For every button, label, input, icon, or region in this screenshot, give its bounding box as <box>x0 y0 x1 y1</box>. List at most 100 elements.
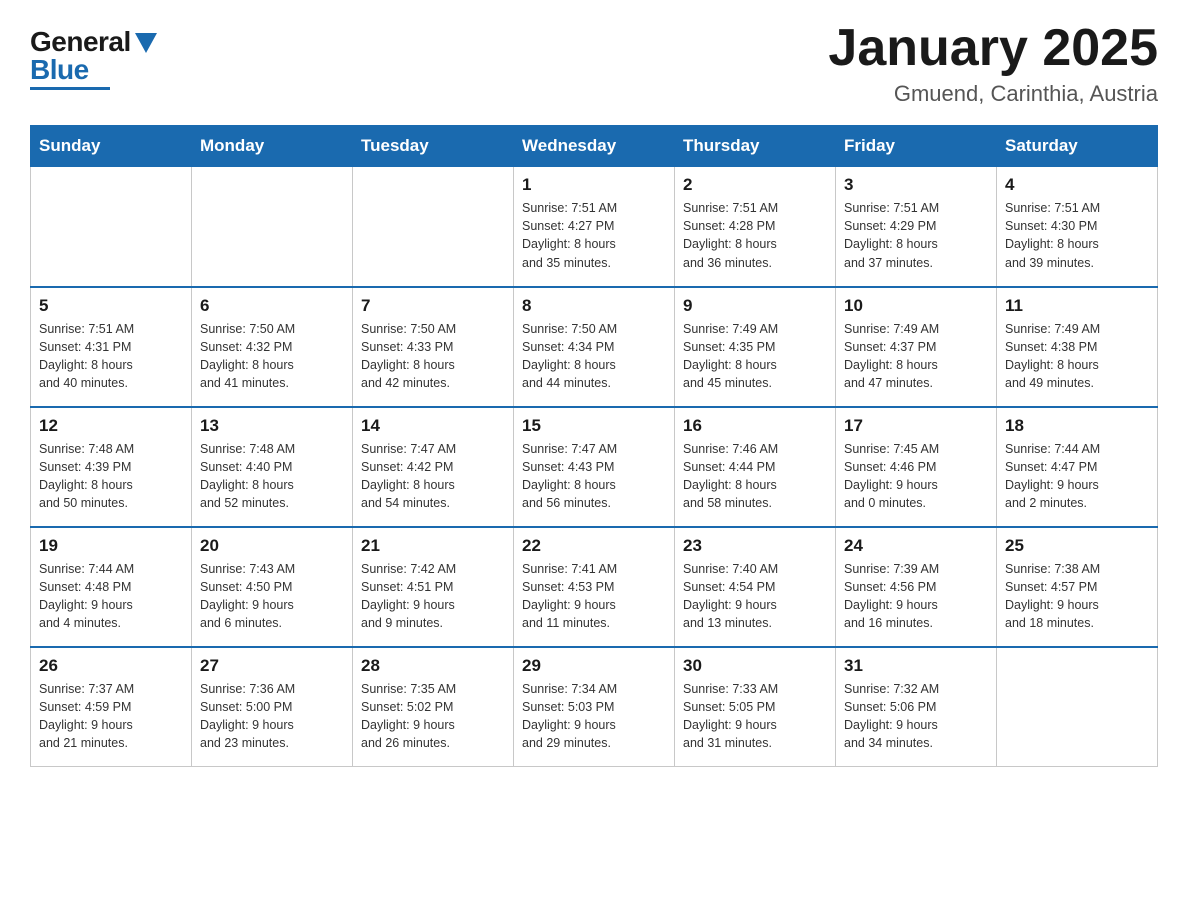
day-number: 17 <box>844 416 988 436</box>
day-info: Sunrise: 7:51 AM Sunset: 4:29 PM Dayligh… <box>844 199 988 272</box>
day-header-thursday: Thursday <box>675 126 836 167</box>
day-number: 27 <box>200 656 344 676</box>
day-cell-27: 27 Sunrise: 7:36 AM Sunset: 5:00 PM Dayli… <box>192 647 353 767</box>
day-info: Sunrise: 7:45 AM Sunset: 4:46 PM Dayligh… <box>844 440 988 513</box>
day-info: Sunrise: 7:51 AM Sunset: 4:27 PM Dayligh… <box>522 199 666 272</box>
day-info: Sunrise: 7:36 AM Sunset: 5:00 PM Dayligh… <box>200 680 344 753</box>
day-number: 21 <box>361 536 505 556</box>
day-info: Sunrise: 7:49 AM Sunset: 4:37 PM Dayligh… <box>844 320 988 393</box>
day-cell-3: 3Sunrise: 7:51 AM Sunset: 4:29 PM Daylig… <box>836 167 997 287</box>
day-number: 22 <box>522 536 666 556</box>
day-info: Sunrise: 7:33 AM Sunset: 5:05 PM Dayligh… <box>683 680 827 753</box>
logo-triangle-icon <box>135 33 157 53</box>
day-header-wednesday: Wednesday <box>514 126 675 167</box>
empty-cell <box>997 647 1158 767</box>
day-number: 6 <box>200 296 344 316</box>
day-cell-26: 26 Sunrise: 7:37 AM Sunset: 4:59 PM Dayli… <box>31 647 192 767</box>
day-info: Sunrise: 7:39 AM Sunset: 4:56 PM Dayligh… <box>844 560 988 633</box>
day-info: Sunrise: 7:42 AM Sunset: 4:51 PM Dayligh… <box>361 560 505 633</box>
calendar-week-5: 26 Sunrise: 7:37 AM Sunset: 4:59 PM Dayli… <box>31 647 1158 767</box>
day-cell-9: 9 Sunrise: 7:49 AM Sunset: 4:35 PM Daylig… <box>675 287 836 407</box>
day-info: Sunrise: 7:46 AM Sunset: 4:44 PM Dayligh… <box>683 440 827 513</box>
day-info: Sunrise: 7:32 AM Sunset: 5:06 PM Dayligh… <box>844 680 988 753</box>
day-number: 20 <box>200 536 344 556</box>
day-cell-12: 12 Sunrise: 7:48 AM Sunset: 4:39 PM Dayli… <box>31 407 192 527</box>
day-cell-23: 23 Sunrise: 7:40 AM Sunset: 4:54 PM Dayli… <box>675 527 836 647</box>
day-number: 4 <box>1005 175 1149 195</box>
day-cell-8: 8 Sunrise: 7:50 AM Sunset: 4:34 PM Daylig… <box>514 287 675 407</box>
logo-underline <box>30 87 110 90</box>
day-number: 15 <box>522 416 666 436</box>
day-cell-6: 6 Sunrise: 7:50 AM Sunset: 4:32 PM Daylig… <box>192 287 353 407</box>
logo: General Blue <box>30 28 157 90</box>
title-block: January 2025 Gmuend, Carinthia, Austria <box>828 20 1158 107</box>
day-cell-16: 16 Sunrise: 7:46 AM Sunset: 4:44 PM Dayli… <box>675 407 836 527</box>
day-header-tuesday: Tuesday <box>353 126 514 167</box>
calendar-subtitle: Gmuend, Carinthia, Austria <box>828 81 1158 107</box>
day-header-friday: Friday <box>836 126 997 167</box>
day-cell-4: 4 Sunrise: 7:51 AM Sunset: 4:30 PM Daylig… <box>997 167 1158 287</box>
day-number: 1 <box>522 175 666 195</box>
day-cell-28: 28Sunrise: 7:35 AM Sunset: 5:02 PM Dayli… <box>353 647 514 767</box>
day-cell-15: 15Sunrise: 7:47 AM Sunset: 4:43 PM Dayli… <box>514 407 675 527</box>
day-cell-30: 30 Sunrise: 7:33 AM Sunset: 5:05 PM Dayli… <box>675 647 836 767</box>
day-header-sunday: Sunday <box>31 126 192 167</box>
day-number: 16 <box>683 416 827 436</box>
day-number: 8 <box>522 296 666 316</box>
day-info: Sunrise: 7:44 AM Sunset: 4:48 PM Dayligh… <box>39 560 183 633</box>
day-cell-29: 29Sunrise: 7:34 AM Sunset: 5:03 PM Dayli… <box>514 647 675 767</box>
day-number: 19 <box>39 536 183 556</box>
day-cell-19: 19 Sunrise: 7:44 AM Sunset: 4:48 PM Dayli… <box>31 527 192 647</box>
day-info: Sunrise: 7:41 AM Sunset: 4:53 PM Dayligh… <box>522 560 666 633</box>
day-cell-20: 20Sunrise: 7:43 AM Sunset: 4:50 PM Dayli… <box>192 527 353 647</box>
empty-cell <box>31 167 192 287</box>
day-number: 18 <box>1005 416 1149 436</box>
day-info: Sunrise: 7:40 AM Sunset: 4:54 PM Dayligh… <box>683 560 827 633</box>
day-info: Sunrise: 7:49 AM Sunset: 4:38 PM Dayligh… <box>1005 320 1149 393</box>
calendar-table: SundayMondayTuesdayWednesdayThursdayFrid… <box>30 125 1158 767</box>
day-info: Sunrise: 7:49 AM Sunset: 4:35 PM Dayligh… <box>683 320 827 393</box>
day-number: 30 <box>683 656 827 676</box>
day-number: 2 <box>683 175 827 195</box>
day-cell-5: 5Sunrise: 7:51 AM Sunset: 4:31 PM Daylig… <box>31 287 192 407</box>
day-number: 25 <box>1005 536 1149 556</box>
day-info: Sunrise: 7:48 AM Sunset: 4:39 PM Dayligh… <box>39 440 183 513</box>
day-cell-1: 1 Sunrise: 7:51 AM Sunset: 4:27 PM Daylig… <box>514 167 675 287</box>
day-cell-25: 25 Sunrise: 7:38 AM Sunset: 4:57 PM Dayli… <box>997 527 1158 647</box>
logo-general-text: General <box>30 28 131 56</box>
day-cell-17: 17 Sunrise: 7:45 AM Sunset: 4:46 PM Dayli… <box>836 407 997 527</box>
day-number: 29 <box>522 656 666 676</box>
day-cell-10: 10Sunrise: 7:49 AM Sunset: 4:37 PM Dayli… <box>836 287 997 407</box>
calendar-week-4: 19 Sunrise: 7:44 AM Sunset: 4:48 PM Dayli… <box>31 527 1158 647</box>
day-number: 7 <box>361 296 505 316</box>
calendar-header-row: SundayMondayTuesdayWednesdayThursdayFrid… <box>31 126 1158 167</box>
day-number: 9 <box>683 296 827 316</box>
empty-cell <box>353 167 514 287</box>
day-number: 31 <box>844 656 988 676</box>
calendar-week-1: 1 Sunrise: 7:51 AM Sunset: 4:27 PM Daylig… <box>31 167 1158 287</box>
day-number: 14 <box>361 416 505 436</box>
day-info: Sunrise: 7:44 AM Sunset: 4:47 PM Dayligh… <box>1005 440 1149 513</box>
day-number: 13 <box>200 416 344 436</box>
calendar-week-2: 5Sunrise: 7:51 AM Sunset: 4:31 PM Daylig… <box>31 287 1158 407</box>
empty-cell <box>192 167 353 287</box>
day-cell-14: 14Sunrise: 7:47 AM Sunset: 4:42 PM Dayli… <box>353 407 514 527</box>
day-number: 12 <box>39 416 183 436</box>
day-number: 28 <box>361 656 505 676</box>
day-number: 26 <box>39 656 183 676</box>
day-info: Sunrise: 7:51 AM Sunset: 4:28 PM Dayligh… <box>683 199 827 272</box>
day-info: Sunrise: 7:51 AM Sunset: 4:30 PM Dayligh… <box>1005 199 1149 272</box>
day-number: 23 <box>683 536 827 556</box>
day-number: 11 <box>1005 296 1149 316</box>
day-info: Sunrise: 7:50 AM Sunset: 4:34 PM Dayligh… <box>522 320 666 393</box>
day-info: Sunrise: 7:38 AM Sunset: 4:57 PM Dayligh… <box>1005 560 1149 633</box>
day-info: Sunrise: 7:50 AM Sunset: 4:32 PM Dayligh… <box>200 320 344 393</box>
day-cell-2: 2 Sunrise: 7:51 AM Sunset: 4:28 PM Daylig… <box>675 167 836 287</box>
day-cell-13: 13Sunrise: 7:48 AM Sunset: 4:40 PM Dayli… <box>192 407 353 527</box>
day-number: 24 <box>844 536 988 556</box>
day-cell-7: 7Sunrise: 7:50 AM Sunset: 4:33 PM Daylig… <box>353 287 514 407</box>
calendar-title: January 2025 <box>828 20 1158 77</box>
day-cell-31: 31 Sunrise: 7:32 AM Sunset: 5:06 PM Dayli… <box>836 647 997 767</box>
day-cell-21: 21 Sunrise: 7:42 AM Sunset: 4:51 PM Dayli… <box>353 527 514 647</box>
day-info: Sunrise: 7:37 AM Sunset: 4:59 PM Dayligh… <box>39 680 183 753</box>
